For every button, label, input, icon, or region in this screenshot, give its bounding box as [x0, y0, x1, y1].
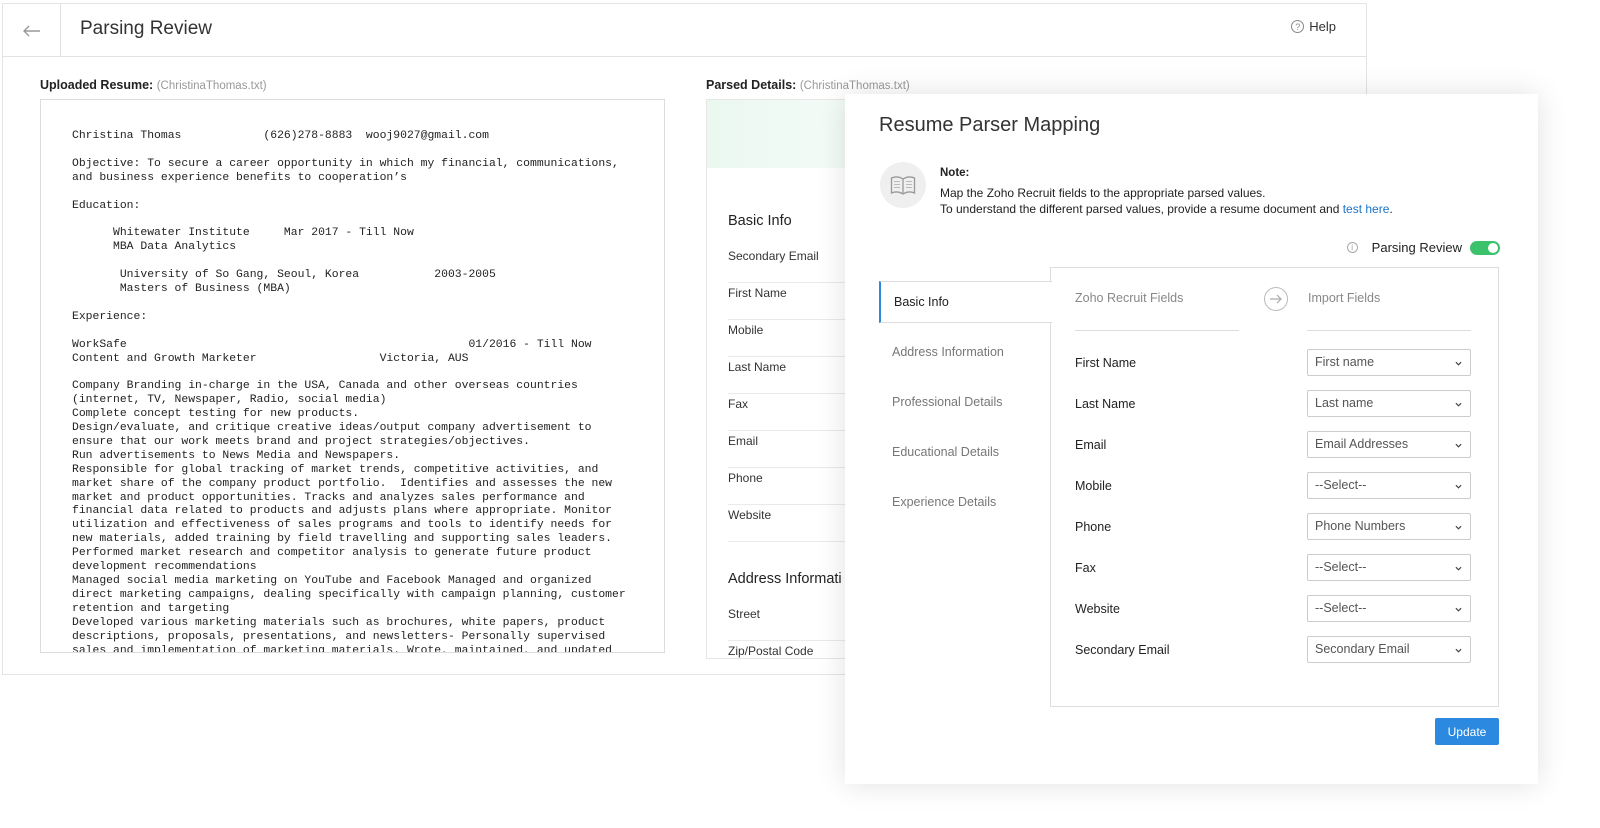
select-value: --Select-- — [1315, 601, 1367, 615]
field-label-fax: Fax — [1075, 561, 1096, 575]
parsed-label-text: Parsed Details: — [706, 78, 797, 92]
field-label-website: Website — [1075, 602, 1120, 616]
tab-address-information[interactable]: Address Information — [879, 331, 1051, 373]
select-last-name[interactable]: Last name — [1307, 390, 1471, 417]
zoho-fields-header: Zoho Recruit Fields — [1075, 291, 1184, 305]
chevron-down-icon — [1455, 443, 1462, 448]
parsing-review-label: Parsing Review — [1371, 240, 1462, 255]
uploaded-label-text: Uploaded Resume: — [40, 78, 154, 92]
parsing-review-toggle-group: i Parsing Review — [1346, 240, 1500, 255]
select-secondary-email[interactable]: Secondary Email — [1307, 636, 1471, 663]
chevron-down-icon — [1455, 361, 1462, 366]
parsing-review-toggle[interactable] — [1470, 240, 1500, 255]
resume-viewer[interactable]: Christina Thomas (626)278-8883 wooj9027@… — [40, 99, 665, 653]
field-label-email: Email — [1075, 438, 1107, 452]
field-mapping-panel: Zoho Recruit Fields Import Fields First … — [1050, 267, 1499, 707]
note-title: Note: — [940, 167, 970, 179]
field-label-secondary-email: Secondary Email — [1075, 643, 1170, 657]
note-line-2-end: . — [1389, 202, 1393, 216]
tab-professional-details[interactable]: Professional Details — [879, 381, 1051, 423]
import-header-underline — [1307, 330, 1471, 331]
chevron-down-icon — [1455, 607, 1462, 612]
parsed-file-name: (ChristinaThomas.txt) — [799, 80, 910, 92]
select-value: Secondary Email — [1315, 642, 1410, 656]
select-mobile[interactable]: --Select-- — [1307, 472, 1471, 499]
help-icon: ? — [1291, 20, 1305, 33]
select-value: --Select-- — [1315, 560, 1367, 574]
note-line-1: Map the Zoho Recruit fields to the appro… — [940, 186, 1266, 200]
uploaded-file-name: (ChristinaThomas.txt) — [156, 80, 267, 92]
select-value: First name — [1315, 355, 1375, 369]
chevron-down-icon — [1455, 484, 1462, 489]
back-button[interactable] — [3, 4, 61, 57]
select-phone[interactable]: Phone Numbers — [1307, 513, 1471, 540]
select-value: Last name — [1315, 396, 1374, 410]
arrow-right-icon — [1264, 287, 1288, 311]
chevron-down-icon — [1455, 648, 1462, 653]
select-fax[interactable]: --Select-- — [1307, 554, 1471, 581]
select-email[interactable]: Email Addresses — [1307, 431, 1471, 458]
update-button[interactable]: Update — [1435, 718, 1499, 745]
select-value: Phone Numbers — [1315, 519, 1406, 533]
chevron-down-icon — [1455, 525, 1462, 530]
field-label-mobile: Mobile — [1075, 479, 1112, 493]
select-website[interactable]: --Select-- — [1307, 595, 1471, 622]
uploaded-resume-label: Uploaded Resume: (ChristinaThomas.txt) — [40, 78, 267, 92]
test-here-link[interactable]: test here — [1343, 202, 1390, 216]
mapping-tabs: Basic Info Address Information Professio… — [879, 281, 1052, 531]
modal-title: Resume Parser Mapping — [879, 114, 1101, 136]
chevron-down-icon — [1455, 402, 1462, 407]
field-label-last-name: Last Name — [1075, 397, 1136, 411]
info-icon[interactable]: i — [1346, 242, 1358, 253]
field-label-phone: Phone — [1075, 520, 1112, 534]
note-line-2: To understand the different parsed value… — [940, 202, 1393, 216]
resume-text: Christina Thomas (626)278-8883 wooj9027@… — [72, 130, 626, 653]
zoho-header-underline — [1075, 330, 1239, 331]
field-label-first-name: First Name — [1075, 356, 1137, 370]
help-label: Help — [1309, 19, 1336, 34]
top-bar: Parsing Review ? Help — [3, 4, 1366, 57]
parsed-basic-heading: Basic Info — [728, 213, 792, 229]
help-link[interactable]: ? Help — [1291, 19, 1336, 34]
select-value: --Select-- — [1315, 478, 1367, 492]
select-first-name[interactable]: First name — [1307, 349, 1471, 376]
parsed-details-label: Parsed Details: (ChristinaThomas.txt) — [706, 78, 910, 92]
tab-experience-details[interactable]: Experience Details — [879, 481, 1051, 523]
parsed-address-heading: Address Informati — [728, 571, 842, 587]
page-title: Parsing Review — [80, 18, 212, 39]
back-arrow-icon — [22, 25, 40, 36]
tab-educational-details[interactable]: Educational Details — [879, 431, 1051, 473]
tab-basic-info[interactable]: Basic Info — [879, 281, 1052, 323]
note-line-2-text: To understand the different parsed value… — [940, 202, 1343, 216]
resume-parser-mapping-modal: Resume Parser Mapping Note: Map the Zoho… — [845, 94, 1538, 784]
select-value: Email Addresses — [1315, 437, 1409, 451]
chevron-down-icon — [1455, 566, 1462, 571]
book-icon — [880, 162, 926, 208]
import-fields-header: Import Fields — [1308, 291, 1381, 305]
